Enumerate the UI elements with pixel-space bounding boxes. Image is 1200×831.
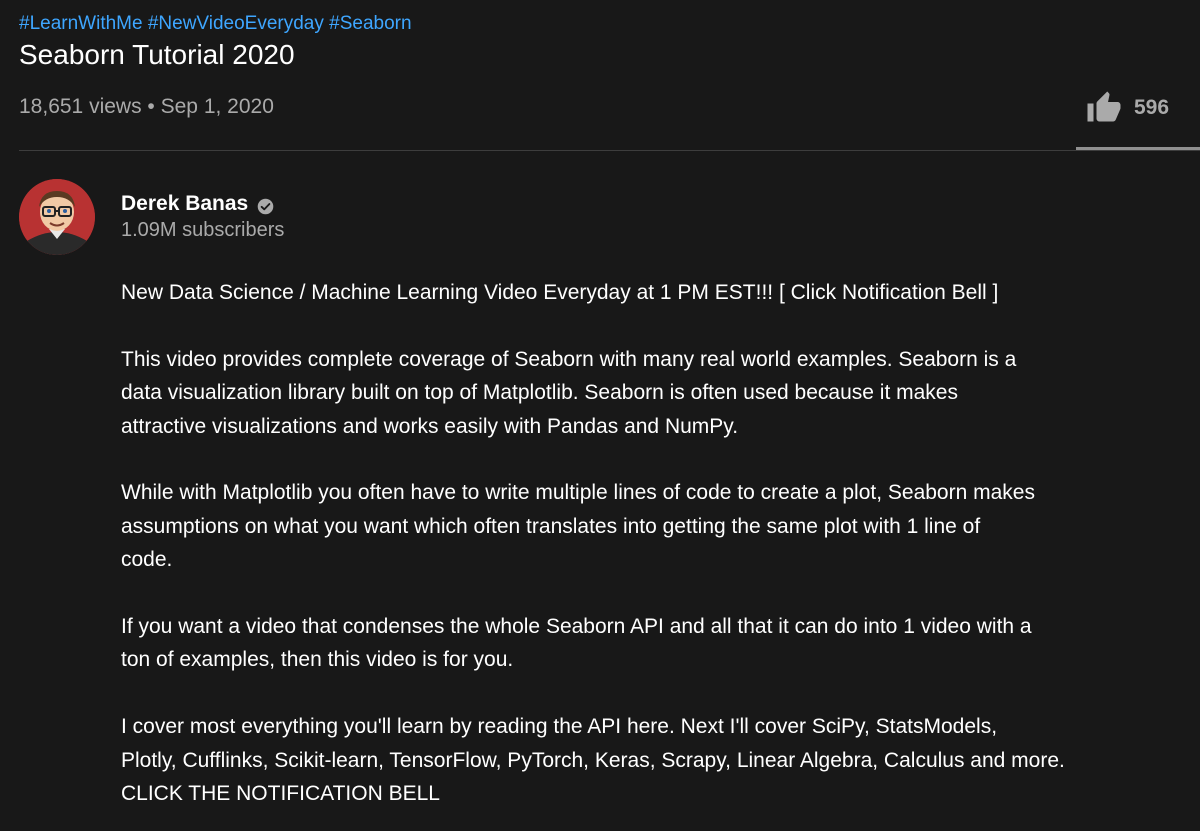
description-line: attractive visualizations and works easi… [121,414,739,438]
description-line: If you want a video that condenses the w… [121,615,1032,639]
video-info-page: #LearnWithMe #NewVideoEveryday #Seaborn … [0,0,1200,831]
video-description: New Data Science / Machine Learning Vide… [121,276,1121,810]
like-count: 596 [1134,96,1170,119]
description-line: New Data Science / Machine Learning Vide… [121,281,999,304]
upload-date: Sep 1, 2020 [160,95,274,118]
thumbs-up-icon [1086,90,1122,126]
description-line: CLICK THE NOTIFICATION BELL [121,782,440,806]
view-count: 18,651 views [19,95,142,118]
hashtag-seaborn[interactable]: #Seaborn [329,13,411,34]
description-line: While with Matplotlib you often have to … [121,481,1035,505]
description-line: ton of examples, then this video is for … [121,648,514,672]
verified-check-icon [257,196,274,214]
divider [19,150,1200,151]
hashtag-learnwithme[interactable]: #LearnWithMe [19,13,143,34]
description-line: data visualization library built on top … [121,381,958,405]
channel-name-text: Derek Banas [121,192,249,215]
subscriber-count: 1.09M subscribers [121,219,285,241]
description-line: assumptions on what you want which often… [121,514,981,538]
channel-name[interactable]: Derek Banas [121,191,274,217]
like-button[interactable]: 596 [1086,90,1169,126]
video-title: Seaborn Tutorial 2020 [19,39,295,70]
meta-separator: • [147,95,155,118]
description-line: Plotly, Cufflinks, Scikit-learn, TensorF… [121,748,1065,772]
description-line: code. [121,548,173,572]
description-line: This video provides complete coverage of… [121,347,1017,371]
description-line: I cover most everything you'll learn by … [121,715,998,739]
hashtag-row: #LearnWithMe #NewVideoEveryday #Seaborn [19,12,412,36]
hashtag-newvideoeveryday[interactable]: #NewVideoEveryday [148,13,324,34]
channel-avatar[interactable] [19,179,95,255]
video-meta: 18,651 views • Sep 1, 2020 [19,94,274,120]
